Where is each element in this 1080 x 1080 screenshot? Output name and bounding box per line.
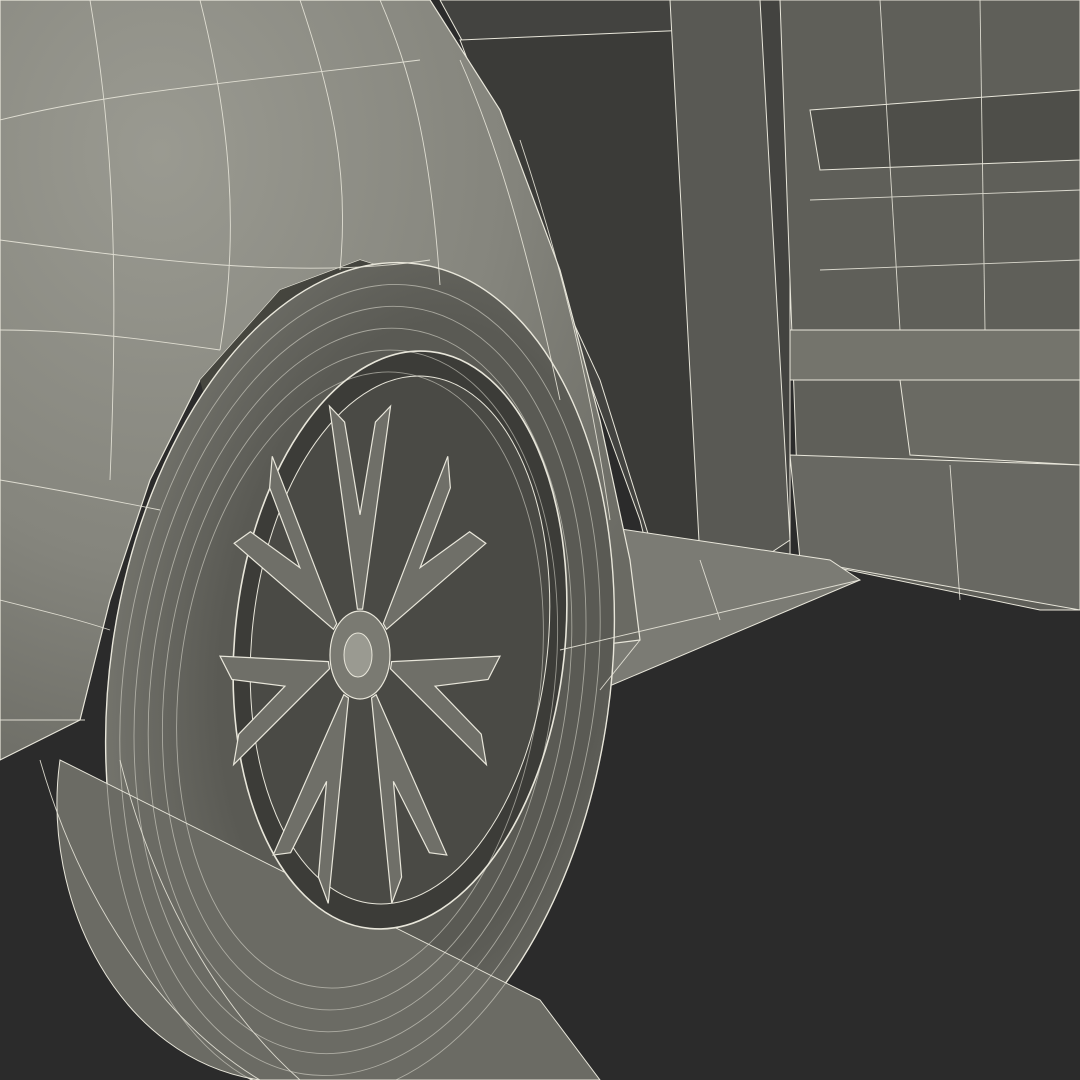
- render-viewport: [0, 0, 1080, 1080]
- hub-center-cap: [343, 632, 373, 678]
- door-panel: [779, 0, 1080, 611]
